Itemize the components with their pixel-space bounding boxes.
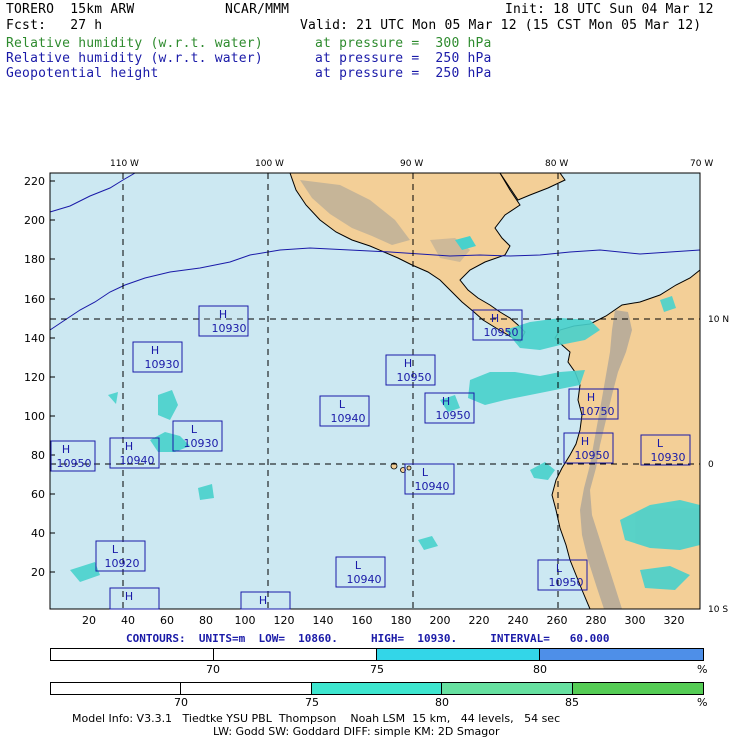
system-value: 10930	[184, 437, 219, 450]
system-type: H	[259, 594, 267, 607]
lat-label-10n: 10 N	[708, 315, 729, 325]
x-tick: 300	[625, 614, 646, 627]
system-type: H	[125, 440, 133, 453]
system-type: H	[219, 308, 227, 321]
y-tick: 40	[31, 527, 45, 540]
system-type: H	[125, 590, 133, 603]
colorbar2-tick-85: 85	[565, 696, 579, 709]
y-tick: 100	[24, 410, 45, 423]
system-type: H	[151, 344, 159, 357]
system-value: 10930	[145, 358, 180, 371]
system-value: 10930	[212, 322, 247, 335]
system-type: H	[442, 395, 450, 408]
x-tick: 20	[82, 614, 96, 627]
x-tick: 140	[313, 614, 334, 627]
x-tick: 220	[469, 614, 490, 627]
contours-caption: CONTOURS: UNITS=m LOW= 10860. HIGH= 1093…	[126, 632, 610, 645]
system-type: H	[491, 312, 499, 325]
colorbar1-tick-80: 80	[533, 663, 547, 676]
physics-info: LW: Godd SW: Goddard DIFF: simple KM: 2D…	[213, 725, 500, 738]
system-value: 10940	[120, 454, 155, 467]
y-tick: 200	[24, 214, 45, 227]
system-type: L	[422, 466, 429, 479]
system-type: L	[191, 423, 198, 436]
system-value: 10940	[331, 412, 366, 425]
colorbar-rh-250	[50, 648, 704, 661]
pressure-system-box: H 10930	[198, 305, 249, 337]
x-tick: 40	[121, 614, 135, 627]
system-value: 10940	[415, 480, 450, 493]
system-type: H	[587, 391, 595, 404]
system-value: 10950	[436, 409, 471, 422]
x-tick: 100	[235, 614, 256, 627]
y-tick: 60	[31, 488, 45, 501]
y-tick: 120	[24, 371, 45, 384]
system-type: L	[355, 559, 362, 572]
y-tick: 220	[24, 175, 45, 188]
system-type: L	[112, 543, 119, 556]
x-tick: 120	[274, 614, 295, 627]
system-value: 10950	[549, 576, 584, 589]
y-tick: 80	[31, 449, 45, 462]
lon-label-110w: 110 W	[110, 159, 139, 169]
lon-label-90w: 90 W	[400, 159, 423, 169]
x-tick: 60	[160, 614, 174, 627]
lat-label-0: 0	[708, 460, 714, 470]
x-tick: 80	[199, 614, 213, 627]
colorbar2-tick-80: 80	[435, 696, 449, 709]
y-tick: 140	[24, 332, 45, 345]
x-tick: 320	[664, 614, 685, 627]
colorbar2-tick-75: 75	[305, 696, 319, 709]
model-info: Model Info: V3.3.1 Tiedtke YSU PBL Thomp…	[72, 712, 561, 725]
colorbar2-tick-70: 70	[174, 696, 188, 709]
lon-label-70w: 70 W	[690, 159, 713, 169]
x-tick: 240	[508, 614, 529, 627]
lon-label-100w: 100 W	[255, 159, 284, 169]
weather-map: 110 W 100 W 90 W 80 W 70 W 220 200 180 1…	[24, 159, 729, 627]
x-tick: 160	[352, 614, 373, 627]
colorbar-rh-300	[50, 682, 704, 695]
lon-label-80w: 80 W	[545, 159, 568, 169]
y-tick: 20	[31, 566, 45, 579]
x-tick: 200	[430, 614, 451, 627]
colorbar1-unit: %	[697, 663, 708, 676]
colorbar2-unit: %	[697, 696, 708, 709]
system-type: L	[556, 562, 563, 575]
system-value: 10950	[397, 371, 432, 384]
system-value: 10950	[575, 449, 610, 462]
system-value: 10950	[484, 326, 519, 339]
y-tick: 160	[24, 293, 45, 306]
system-value: 10920	[105, 557, 140, 570]
system-value: 10930	[651, 451, 686, 464]
system-value: 10950	[57, 457, 92, 470]
x-tick: 180	[391, 614, 412, 627]
x-tick: 280	[586, 614, 607, 627]
system-type: L	[339, 398, 346, 411]
lat-label-10s: 10 S	[708, 605, 728, 615]
system-value: 10750	[580, 405, 615, 418]
system-type: H	[62, 443, 70, 456]
colorbar1-tick-70: 70	[206, 663, 220, 676]
y-tick: 180	[24, 253, 45, 266]
system-value: 10940	[347, 573, 382, 586]
system-type: H	[404, 357, 412, 370]
system-type: H	[581, 435, 589, 448]
system-type: L	[657, 437, 664, 450]
x-tick: 260	[547, 614, 568, 627]
colorbar1-tick-75: 75	[370, 663, 384, 676]
